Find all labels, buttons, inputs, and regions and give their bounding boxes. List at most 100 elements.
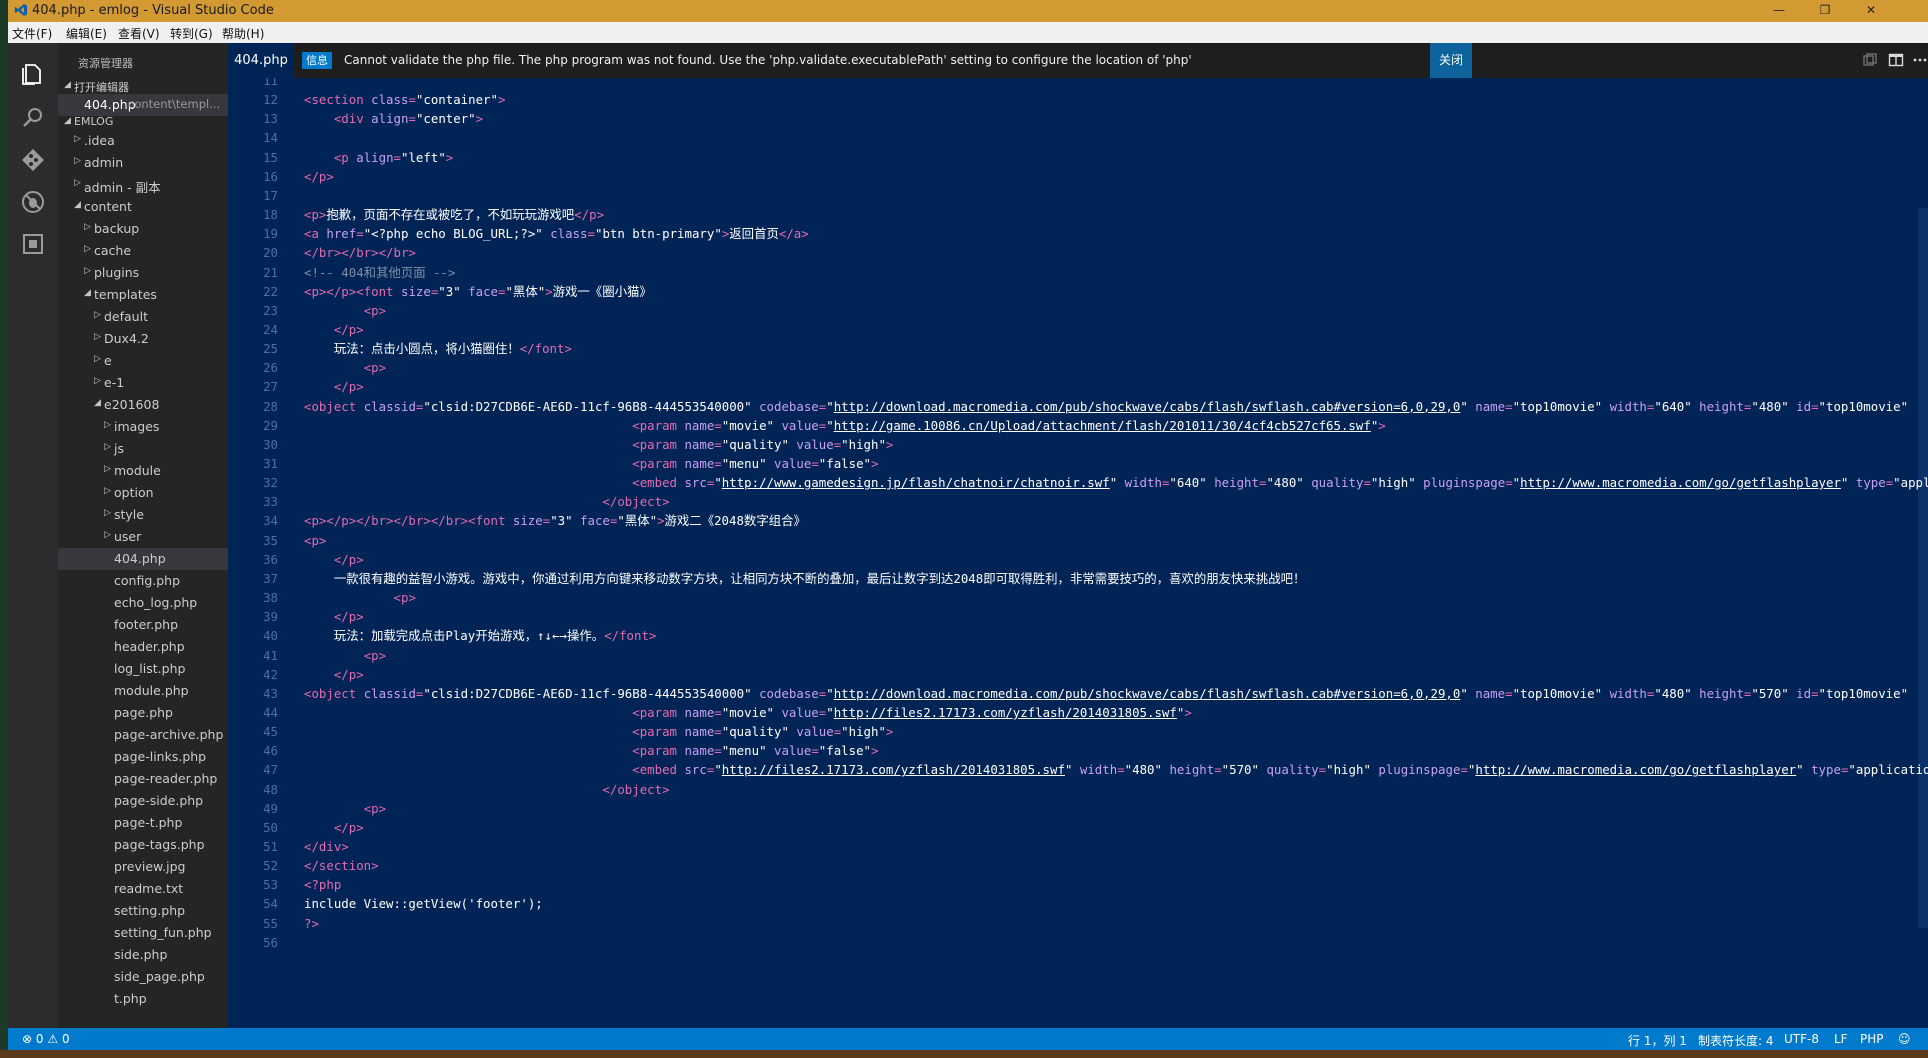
line-ending[interactable]: LF <box>1834 1032 1848 1046</box>
code-token[interactable]: http://download.macromedia.com/pub/shock… <box>834 686 1461 701</box>
code-token[interactable]: http://files2.17173.com/yzflash/20140318… <box>722 762 1065 777</box>
minimize-icon[interactable]: — <box>1756 0 1802 22</box>
menu-edit[interactable]: 编辑(E) <box>66 25 107 42</box>
code-token: = <box>408 92 416 108</box>
folder-item[interactable]: ▷ module <box>58 460 228 482</box>
file-item[interactable]: module.php <box>58 680 228 702</box>
file-item[interactable]: config.php <box>58 570 228 592</box>
code-line: 46 <param name="menu" value="false"> <box>228 741 1928 760</box>
code-token: > <box>1378 417 1386 433</box>
extensions-icon[interactable] <box>20 231 46 257</box>
split-editor-icon[interactable] <box>1888 52 1904 68</box>
file-item[interactable]: side_page.php <box>58 966 228 988</box>
file-item[interactable]: setting.php <box>58 900 228 922</box>
open-changes-icon[interactable] <box>1862 52 1878 68</box>
folder-item[interactable]: ▷ option <box>58 482 228 504</box>
folder-item[interactable]: ▷ default <box>58 306 228 328</box>
folder-item[interactable]: ▷ plugins <box>58 262 228 284</box>
file-item[interactable]: readme.txt <box>58 878 228 900</box>
code-token: </font> <box>604 628 657 644</box>
folder-item[interactable]: ◢ e201608 <box>58 394 228 416</box>
code-token: name <box>1475 398 1506 414</box>
cursor-position[interactable]: 行 1，列 1 <box>1628 1032 1687 1049</box>
close-notification-button[interactable]: 关闭 <box>1430 43 1472 78</box>
file-item[interactable]: footer.php <box>58 614 228 636</box>
line-number: 45 <box>263 724 278 740</box>
menu-view[interactable]: 查看(V) <box>118 25 160 42</box>
tree-item-label: user <box>114 529 142 544</box>
code-token[interactable]: http://game.10086.cn/Upload/attachment/f… <box>834 418 1371 433</box>
feedback-icon[interactable]: ☺ <box>1898 1032 1911 1046</box>
code-text: <p> <box>304 588 416 607</box>
menu-help[interactable]: 帮助(H) <box>222 25 264 42</box>
code-text: include View::getView('footer'); <box>304 894 543 913</box>
git-icon[interactable] <box>20 147 46 173</box>
more-icon[interactable] <box>1912 52 1928 68</box>
file-item[interactable]: page-reader.php <box>58 768 228 790</box>
folder-item[interactable]: ▷ admin <box>58 152 228 174</box>
code-token: > <box>1184 704 1192 720</box>
folder-item[interactable]: ▷ Dux4.2 <box>58 328 228 350</box>
code-token: = <box>1214 762 1222 778</box>
folder-item[interactable]: ▷ images <box>58 416 228 438</box>
code-token: "480" <box>1266 475 1304 491</box>
tab-size[interactable]: 制表符长度: 4 <box>1698 1032 1774 1049</box>
code-token: </p> <box>333 609 364 625</box>
files-icon[interactable] <box>20 61 46 87</box>
folder-item[interactable]: ▷ js <box>58 438 228 460</box>
code-line: 20 </br></br></br> <box>228 243 1928 262</box>
folder-item[interactable]: ◢ content <box>58 196 228 218</box>
file-item[interactable]: page-side.php <box>58 790 228 812</box>
code-token[interactable]: http://download.macromedia.com/pub/shock… <box>834 399 1461 414</box>
folder-item[interactable]: ▷ cache <box>58 240 228 262</box>
file-item[interactable]: page-tags.php <box>58 834 228 856</box>
code-token[interactable]: http://www.macromedia.com/go/getflashpla… <box>1475 762 1796 777</box>
menu-file[interactable]: 文件(F) <box>12 25 52 42</box>
folder-item[interactable]: ▷ .idea <box>58 130 228 152</box>
file-item[interactable]: page-t.php <box>58 812 228 834</box>
file-item[interactable]: page-links.php <box>58 746 228 768</box>
code-token: pluginspage <box>1378 762 1461 778</box>
file-item[interactable]: echo_log.php <box>58 592 228 614</box>
tab-404-php[interactable]: 404.php <box>228 43 294 78</box>
debug-icon[interactable] <box>20 189 46 215</box>
folder-item[interactable]: ▷ backup <box>58 218 228 240</box>
code-token[interactable]: http://files2.17173.com/yzflash/20140318… <box>834 705 1177 720</box>
tree-item-label: setting.php <box>114 903 186 918</box>
search-icon[interactable] <box>20 105 46 131</box>
line-number: 32 <box>263 475 278 491</box>
language-mode[interactable]: PHP <box>1860 1032 1884 1046</box>
file-item[interactable]: t.php <box>58 988 228 1010</box>
menu-goto[interactable]: 转到(G) <box>170 25 213 42</box>
code-line: 43 <object classid = "clsid:D27CDB6E-AE6D-1… <box>228 684 1928 703</box>
folder-item[interactable]: ▷ user <box>58 526 228 548</box>
code-token[interactable]: http://www.gamedesign.jp/flash/chatnoir/… <box>722 475 1110 490</box>
file-item[interactable]: 404.php <box>58 548 228 570</box>
code-token: "quality" <box>721 724 789 740</box>
file-item[interactable]: page-archive.php <box>58 724 228 746</box>
file-item[interactable]: preview.jpg <box>58 856 228 878</box>
chevron-right-icon: ▷ <box>104 464 111 474</box>
folder-item[interactable]: ▷ style <box>58 504 228 526</box>
folder-item[interactable]: ▷ e-1 <box>58 372 228 394</box>
folder-item[interactable]: ◢ templates <box>58 284 228 306</box>
chevron-right-icon: ▷ <box>74 178 81 188</box>
code-token: "top10movie" <box>1512 398 1603 414</box>
file-item[interactable]: log_list.php <box>58 658 228 680</box>
code-token: "false" <box>818 456 871 471</box>
folder-item[interactable]: ▷ admin - 副本 <box>58 174 228 196</box>
file-item[interactable]: header.php <box>58 636 228 658</box>
file-item[interactable]: page.php <box>58 702 228 724</box>
code-editor[interactable]: 11 12 <section class="container"> 13 <div a… <box>228 78 1928 1028</box>
close-icon[interactable]: ✕ <box>1848 0 1894 22</box>
encoding[interactable]: UTF-8 <box>1784 1032 1819 1046</box>
code-text: 玩法：点击小圆点，将小猫圈住！</font> <box>304 339 572 358</box>
problems-indicator[interactable]: ⊗ 0 ⚠ 0 <box>22 1032 70 1046</box>
restore-icon[interactable]: ❐ <box>1802 0 1848 22</box>
folder-item[interactable]: ▷ e <box>58 350 228 372</box>
code-token[interactable]: http://www.macromedia.com/go/getflashpla… <box>1520 475 1841 490</box>
file-item[interactable]: side.php <box>58 944 228 966</box>
file-item[interactable]: setting_fun.php <box>58 922 228 944</box>
